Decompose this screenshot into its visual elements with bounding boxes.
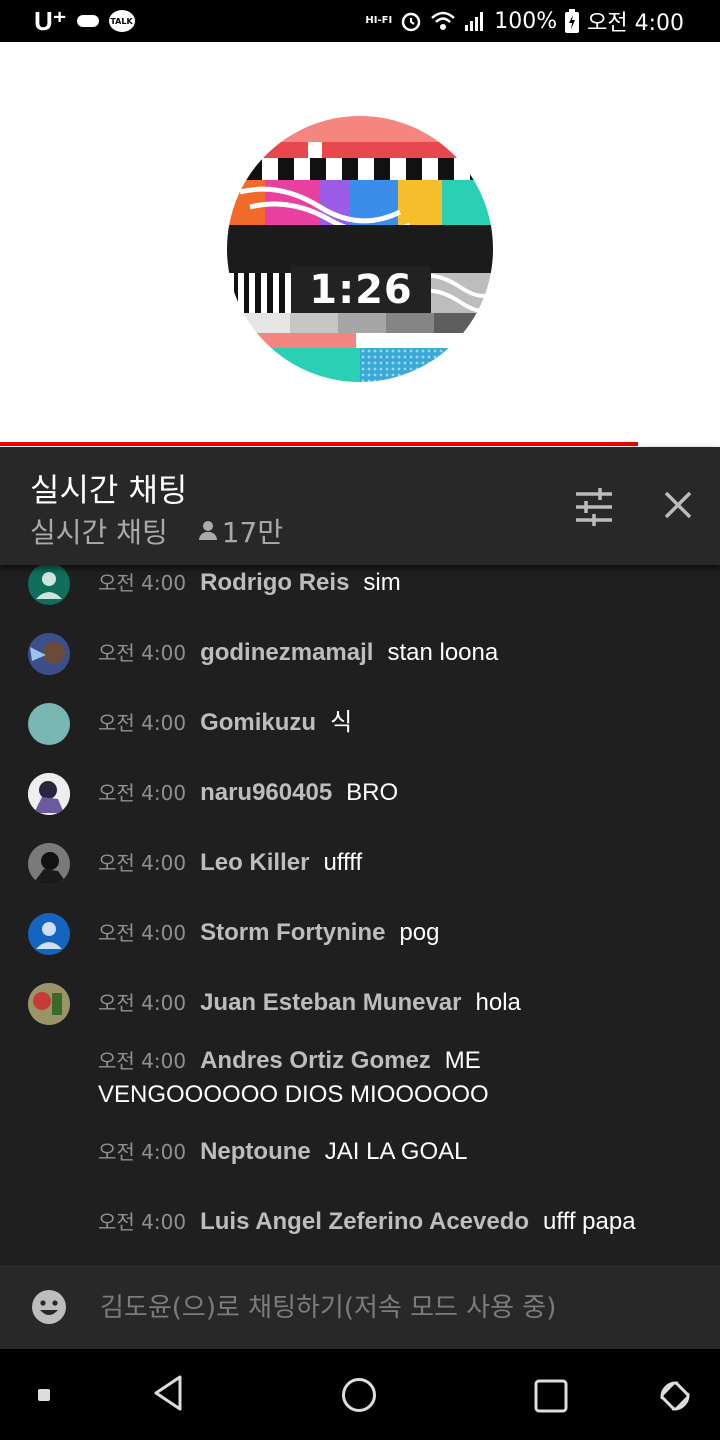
message-text: uffff bbox=[323, 849, 363, 876]
message-text: ufff papa bbox=[543, 1208, 636, 1235]
status-left: U⁺ TALK bbox=[34, 6, 135, 37]
message-text: sim bbox=[363, 569, 401, 596]
message-time: 오전 4:00 bbox=[98, 781, 187, 805]
test-card-graphic bbox=[227, 116, 493, 382]
message-text: hola bbox=[475, 989, 521, 1016]
chat-input-bar bbox=[0, 1265, 720, 1349]
message-text: BRO bbox=[346, 779, 399, 806]
countdown-timer: 1:26 bbox=[291, 267, 431, 313]
message-text: pog bbox=[399, 919, 440, 946]
filter-icon[interactable] bbox=[572, 487, 616, 527]
battery-icon bbox=[565, 9, 580, 33]
chat-message[interactable]: 오전 4:00 Gomikuzu 식 bbox=[0, 706, 720, 740]
message-author[interactable]: Neptoune bbox=[200, 1138, 311, 1165]
message-time: 오전 4:00 bbox=[98, 991, 187, 1015]
message-author[interactable]: Rodrigo Reis bbox=[200, 569, 349, 596]
chat-header: 실시간 채팅 실시간 채팅 17만 bbox=[0, 447, 720, 565]
chat-message[interactable]: 오전 4:00 naru960405 BRO bbox=[0, 776, 720, 810]
chat-message[interactable]: 오전 4:00 Neptoune JAI LA GOAL bbox=[0, 1135, 720, 1169]
message-author[interactable]: Leo Killer bbox=[200, 849, 309, 876]
emoji-icon[interactable] bbox=[31, 1289, 67, 1325]
message-text: stan loona bbox=[387, 639, 499, 666]
message-author[interactable]: Luis Angel Zeferino Acevedo bbox=[200, 1208, 529, 1235]
chat-title: 실시간 채팅 bbox=[30, 471, 188, 509]
status-right: HI-FI 100% 오전 4:00 bbox=[365, 5, 684, 37]
wifi-icon bbox=[431, 11, 456, 30]
message-time: 오전 4:00 bbox=[98, 571, 187, 595]
video-player[interactable]: 1:26 bbox=[0, 42, 720, 447]
message-time: 오전 4:00 bbox=[98, 1140, 187, 1164]
message-time: 오전 4:00 bbox=[98, 921, 187, 945]
talk-label: TALK bbox=[110, 16, 133, 26]
chat-message[interactable]: 오전 4:00 Leo Killer uffff bbox=[0, 846, 720, 880]
message-author[interactable]: naru960405 bbox=[200, 779, 332, 806]
message-author[interactable]: Andres Ortiz Gomez bbox=[200, 1047, 431, 1074]
chat-message[interactable]: 오전 4:00 Luis Angel Zeferino Acevedo ufff p… bbox=[0, 1205, 720, 1239]
talk-icon: TALK bbox=[108, 10, 135, 32]
video-progress-bar[interactable] bbox=[0, 442, 638, 446]
message-text: JAI LA GOAL bbox=[324, 1138, 468, 1165]
chat-message[interactable]: 오전 4:00 Andres Ortiz Gomez ME VENGOOOOOO D… bbox=[0, 1044, 720, 1112]
back-icon[interactable] bbox=[152, 1373, 184, 1413]
recents-icon[interactable] bbox=[534, 1379, 568, 1413]
message-time: 오전 4:00 bbox=[98, 1049, 187, 1073]
viewer-count-label: 17만 bbox=[221, 516, 284, 549]
message-time: 오전 4:00 bbox=[98, 641, 187, 665]
dot-icon[interactable] bbox=[38, 1389, 50, 1401]
clock: 오전 4:00 bbox=[587, 11, 684, 36]
chat-message[interactable]: 오전 4:00 Storm Fortynine pog bbox=[0, 916, 720, 950]
alarm-icon bbox=[401, 12, 421, 32]
chat-message[interactable]: 오전 4:00 Rodrigo Reis sim bbox=[0, 566, 720, 600]
notification-icon bbox=[76, 15, 99, 27]
viewer-count: 17만 bbox=[198, 511, 283, 551]
message-time: 오전 4:00 bbox=[98, 851, 187, 875]
chat-message[interactable]: 오전 4:00 Juan Esteban Munevar hola bbox=[0, 986, 720, 1020]
hifi-label: HI-FI bbox=[365, 15, 393, 26]
battery-percent: 100% bbox=[494, 8, 558, 34]
rotate-icon[interactable] bbox=[656, 1377, 694, 1415]
chat-input[interactable] bbox=[98, 1283, 682, 1333]
home-icon[interactable] bbox=[341, 1377, 377, 1413]
chat-mode-label: 실시간 채팅 bbox=[30, 516, 168, 549]
message-time: 오전 4:00 bbox=[98, 711, 187, 735]
message-time: 오전 4:00 bbox=[98, 1210, 187, 1234]
hifi-icon: HI-FI bbox=[365, 16, 392, 26]
status-bar: U⁺ TALK HI-FI 100% 오전 4:00 bbox=[0, 0, 720, 42]
carrier-label: U⁺ bbox=[34, 5, 67, 36]
message-author[interactable]: godinezmamajl bbox=[200, 639, 373, 666]
message-author[interactable]: Storm Fortynine bbox=[200, 919, 385, 946]
message-text: 식 bbox=[330, 709, 353, 736]
chat-message[interactable]: 오전 4:00 godinezmamajl stan loona bbox=[0, 636, 720, 670]
navigation-bar bbox=[0, 1349, 720, 1440]
signal-icon bbox=[465, 12, 484, 31]
chat-message-list[interactable]: 오전 4:00 Rodrigo Reis sim 오전 4:00 godinezmam… bbox=[0, 565, 720, 1265]
message-author[interactable]: Gomikuzu bbox=[200, 709, 316, 736]
close-icon[interactable] bbox=[660, 487, 696, 523]
chat-mode-selector[interactable]: 실시간 채팅 17만 bbox=[30, 511, 283, 551]
message-author[interactable]: Juan Esteban Munevar bbox=[200, 989, 461, 1016]
person-icon bbox=[198, 521, 218, 541]
